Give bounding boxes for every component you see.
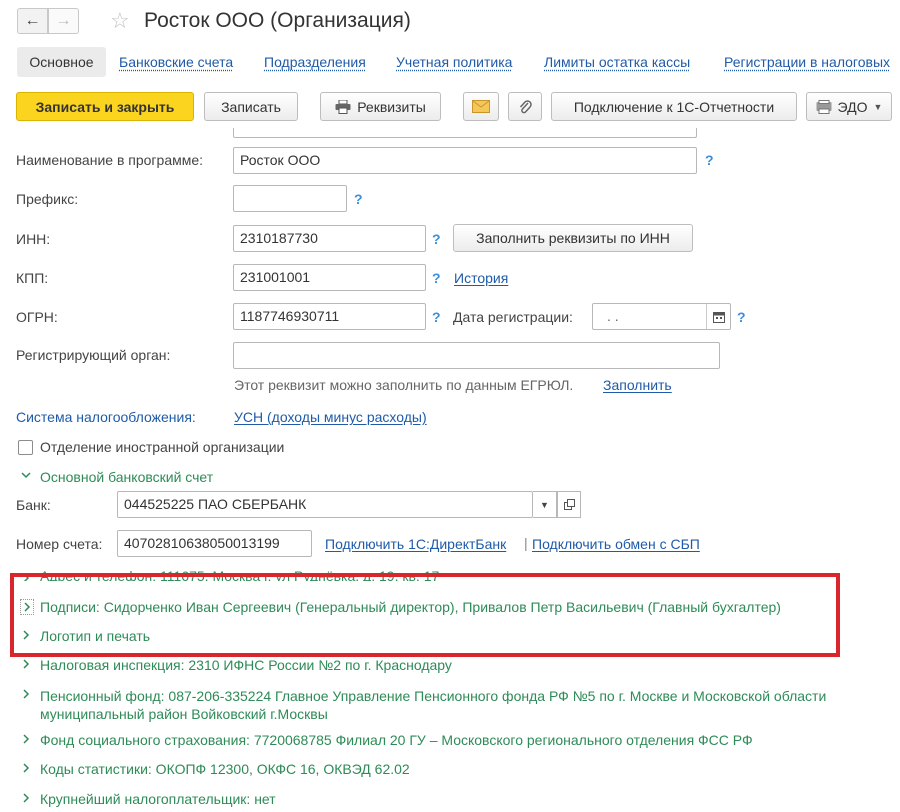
open-window-icon [563, 499, 575, 510]
ogrn-help-icon[interactable]: ? [432, 309, 441, 325]
bank-section-label: Основной банковский счет [40, 469, 214, 485]
triangle-down-icon: ▼ [873, 101, 883, 112]
reg-date-label: Дата регистрации: [453, 309, 573, 325]
inn-help-icon[interactable]: ? [432, 231, 441, 247]
paperclip-icon [519, 99, 532, 113]
link-separator: | [524, 535, 528, 551]
edo-dropdown-button[interactable]: ЭДО ▼ [806, 92, 892, 121]
kpp-input[interactable]: 231001001 [233, 264, 426, 291]
bank-input[interactable]: 044525225 ПАО СБЕРБАНК [117, 491, 533, 518]
inn-input[interactable]: 2310187730 [233, 225, 426, 252]
fill-by-inn-button[interactable]: Заполнить реквизиты по ИНН [453, 224, 693, 252]
scrolled-input-edge [233, 128, 697, 138]
envelope-icon [472, 100, 490, 113]
reg-date-value: . . [607, 308, 619, 324]
arrow-right-icon: → [55, 12, 72, 29]
arrow-left-icon: ← [24, 12, 41, 29]
section-social-insurance-label: Фонд социального страхования: 7720068785… [40, 732, 753, 748]
tax-system-link[interactable]: УСН (доходы минус расходы) [234, 409, 427, 425]
tab-tax-registrations[interactable]: Регистрации в налоговых [724, 54, 890, 70]
kpp-help-icon[interactable]: ? [432, 270, 441, 286]
bank-open-button[interactable] [557, 491, 581, 518]
section-largest-taxpayer[interactable]: Крупнейший налогоплательщик: нет [20, 791, 276, 808]
name-input[interactable]: Росток ООО [233, 147, 697, 174]
section-statistics-codes-label: Коды статистики: ОКОПФ 12300, ОКФС 16, О… [40, 761, 410, 777]
reg-date-help-icon[interactable]: ? [737, 309, 746, 325]
printer-icon [335, 99, 351, 114]
direct-bank-link[interactable]: Подключить 1С:ДиректБанк [325, 536, 506, 552]
bank-dropdown-button[interactable]: ▼ [533, 491, 557, 518]
bank-label: Банк: [16, 497, 51, 513]
history-link[interactable]: История [454, 270, 508, 286]
prefix-label: Префикс: [16, 191, 79, 207]
reg-org-input[interactable] [233, 342, 720, 369]
chevron-right-icon [20, 791, 34, 808]
chevron-down-icon [20, 469, 34, 484]
save-and-close-button[interactable]: Записать и закрыть [16, 92, 194, 121]
section-statistics-codes[interactable]: Коды статистики: ОКОПФ 12300, ОКФС 16, О… [20, 761, 410, 778]
section-largest-taxpayer-label: Крупнейший налогоплательщик: нет [40, 791, 276, 807]
tab-accounting-policy[interactable]: Учетная политика [396, 54, 512, 70]
chevron-right-icon [20, 657, 34, 674]
bank-section-header[interactable]: Основной банковский счет [20, 469, 213, 485]
tab-main[interactable]: Основное [17, 47, 106, 77]
tab-departments[interactable]: Подразделения [264, 54, 366, 70]
egrul-hint: Этот реквизит можно заполнить по данным … [234, 377, 574, 393]
ogrn-label: ОГРН: [16, 309, 58, 325]
forward-button[interactable]: → [48, 8, 79, 34]
foreign-branch-checkbox[interactable] [18, 440, 33, 455]
foreign-branch-label: Отделение иностранной организации [40, 439, 285, 455]
section-tax-office-label: Налоговая инспекция: 2310 ИФНС России №2… [40, 657, 452, 673]
fill-egrul-link[interactable]: Заполнить [603, 377, 672, 393]
requisites-label: Реквизиты [357, 98, 426, 115]
favorite-star-icon[interactable]: ☆ [110, 8, 130, 34]
save-button[interactable]: Записать [204, 92, 298, 121]
inn-label: ИНН: [16, 231, 51, 247]
section-social-insurance[interactable]: Фонд социального страхования: 7720068785… [20, 732, 753, 749]
calendar-button[interactable] [706, 304, 730, 329]
reg-org-label: Регистрирующий орган: [16, 347, 171, 363]
name-label: Наименование в программе: [16, 152, 204, 168]
ogrn-input[interactable]: 1187746930711 [233, 303, 426, 330]
connect-1c-reporting-button[interactable]: Подключение к 1С-Отчетности [551, 92, 797, 121]
triangle-down-icon: ▼ [540, 499, 549, 510]
section-pension-fund-line2: муниципальный район Войковский г.Москвы [40, 706, 328, 722]
email-button[interactable] [463, 92, 499, 121]
back-button[interactable]: ← [17, 8, 48, 34]
sbp-link[interactable]: Подключить обмен с СБП [532, 536, 700, 552]
calendar-icon [712, 311, 725, 323]
account-label: Номер счета: [16, 536, 103, 552]
prefix-input[interactable] [233, 185, 347, 212]
chevron-right-icon [20, 761, 34, 778]
section-pension-fund-line1: Пенсионный фонд: 087-206-335224 Главное … [40, 688, 827, 704]
tab-cash-limits[interactable]: Лимиты остатка кассы [544, 54, 690, 70]
kpp-label: КПП: [16, 270, 49, 286]
prefix-help-icon[interactable]: ? [354, 191, 363, 207]
tax-system-label: Система налогообложения: [16, 409, 196, 425]
tab-bank-accounts[interactable]: Банковские счета [119, 54, 233, 70]
chevron-right-icon [20, 687, 34, 704]
chevron-right-icon [20, 732, 34, 749]
edo-label: ЭДО [837, 98, 868, 115]
name-help-icon[interactable]: ? [705, 152, 714, 168]
section-tax-office[interactable]: Налоговая инспекция: 2310 ИФНС России №2… [20, 657, 452, 674]
highlight-frame [10, 573, 840, 657]
section-pension-fund-text: Пенсионный фонд: 087-206-335224 Главное … [40, 687, 826, 723]
attach-file-button[interactable] [508, 92, 542, 121]
page-title: Росток ООО (Организация) [144, 9, 411, 32]
account-input[interactable]: 40702810638050013199 [117, 530, 312, 557]
requisites-button[interactable]: Реквизиты [320, 92, 441, 121]
edo-icon [816, 99, 832, 114]
section-pension-fund[interactable]: Пенсионный фонд: 087-206-335224 Главное … [20, 687, 826, 723]
